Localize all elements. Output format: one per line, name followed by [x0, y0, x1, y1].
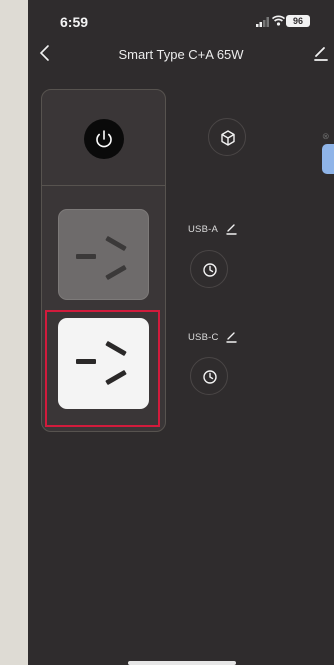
battery-icon: 96: [286, 15, 310, 27]
page-title: Smart Type C+A 65W: [118, 47, 244, 62]
app-screen: 6:59 96 Smart Type C+A 65W USB-A USB-C ⊗: [28, 0, 334, 665]
status-time: 6:59: [60, 14, 89, 30]
port-label-usb-a: USB-A: [188, 224, 219, 235]
port-label-usb-c: USB-C: [188, 332, 219, 343]
clock-icon: [203, 263, 217, 277]
power-button[interactable]: [84, 119, 124, 159]
outlet-usb-a[interactable]: [58, 209, 149, 300]
close-dot-icon[interactable]: ⊗: [322, 131, 330, 142]
home-indicator: [128, 661, 236, 665]
selection-highlight: [45, 310, 160, 427]
edit-title-button[interactable]: [312, 43, 330, 63]
wifi-icon: [272, 15, 285, 26]
panel-divider: [42, 185, 165, 186]
edit-port-a-button[interactable]: [225, 223, 237, 235]
signal-icon: [256, 17, 269, 27]
outlet-socket-icon: [76, 236, 127, 280]
status-bar: 6:59 96: [28, 0, 334, 34]
scene-button[interactable]: [208, 118, 246, 156]
side-drawer-handle[interactable]: [322, 144, 334, 174]
cube-icon: [221, 130, 235, 146]
power-icon: [96, 130, 112, 148]
nav-bar: Smart Type C+A 65W: [28, 38, 334, 68]
clock-icon: [203, 370, 217, 384]
timer-usb-c-button[interactable]: [190, 357, 228, 395]
edit-port-c-button[interactable]: [225, 331, 237, 343]
timer-usb-a-button[interactable]: [190, 250, 228, 288]
